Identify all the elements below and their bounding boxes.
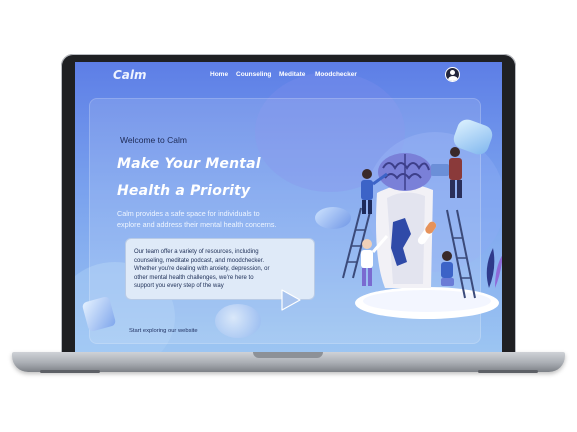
nav-counseling[interactable]: Counseling	[236, 71, 271, 78]
navbar: Calm Home Counseling Meditate Moodchecke…	[75, 62, 502, 90]
hero-headline: Make Your Mental Health a Priority	[117, 156, 261, 199]
laptop-foot-left	[40, 370, 100, 373]
nav-moodchecker[interactable]: Moodchecker	[315, 71, 357, 78]
website-screen: Calm Home Counseling Meditate Moodchecke…	[75, 62, 502, 352]
user-profile-icon[interactable]	[445, 67, 460, 82]
brain-repair-illustration	[342, 147, 502, 319]
hero-subtitle: Calm provides a safe space for individua…	[117, 209, 277, 229]
logo[interactable]: Calm	[113, 68, 147, 82]
laptop-foot-right	[478, 370, 538, 373]
welcome-text: Welcome to Calm	[120, 135, 187, 145]
play-triangle-icon[interactable]	[280, 288, 302, 312]
laptop-notch	[253, 352, 323, 358]
avatar-body	[447, 76, 458, 81]
avatar-head	[450, 70, 455, 75]
info-text: Our team offer a variety of resources, i…	[134, 249, 270, 290]
nav-home[interactable]: Home	[210, 71, 228, 78]
explore-link[interactable]: Start exploring our website	[129, 328, 198, 334]
glass-ring-icon	[215, 304, 261, 338]
nav-meditate[interactable]: Meditate	[279, 71, 305, 78]
